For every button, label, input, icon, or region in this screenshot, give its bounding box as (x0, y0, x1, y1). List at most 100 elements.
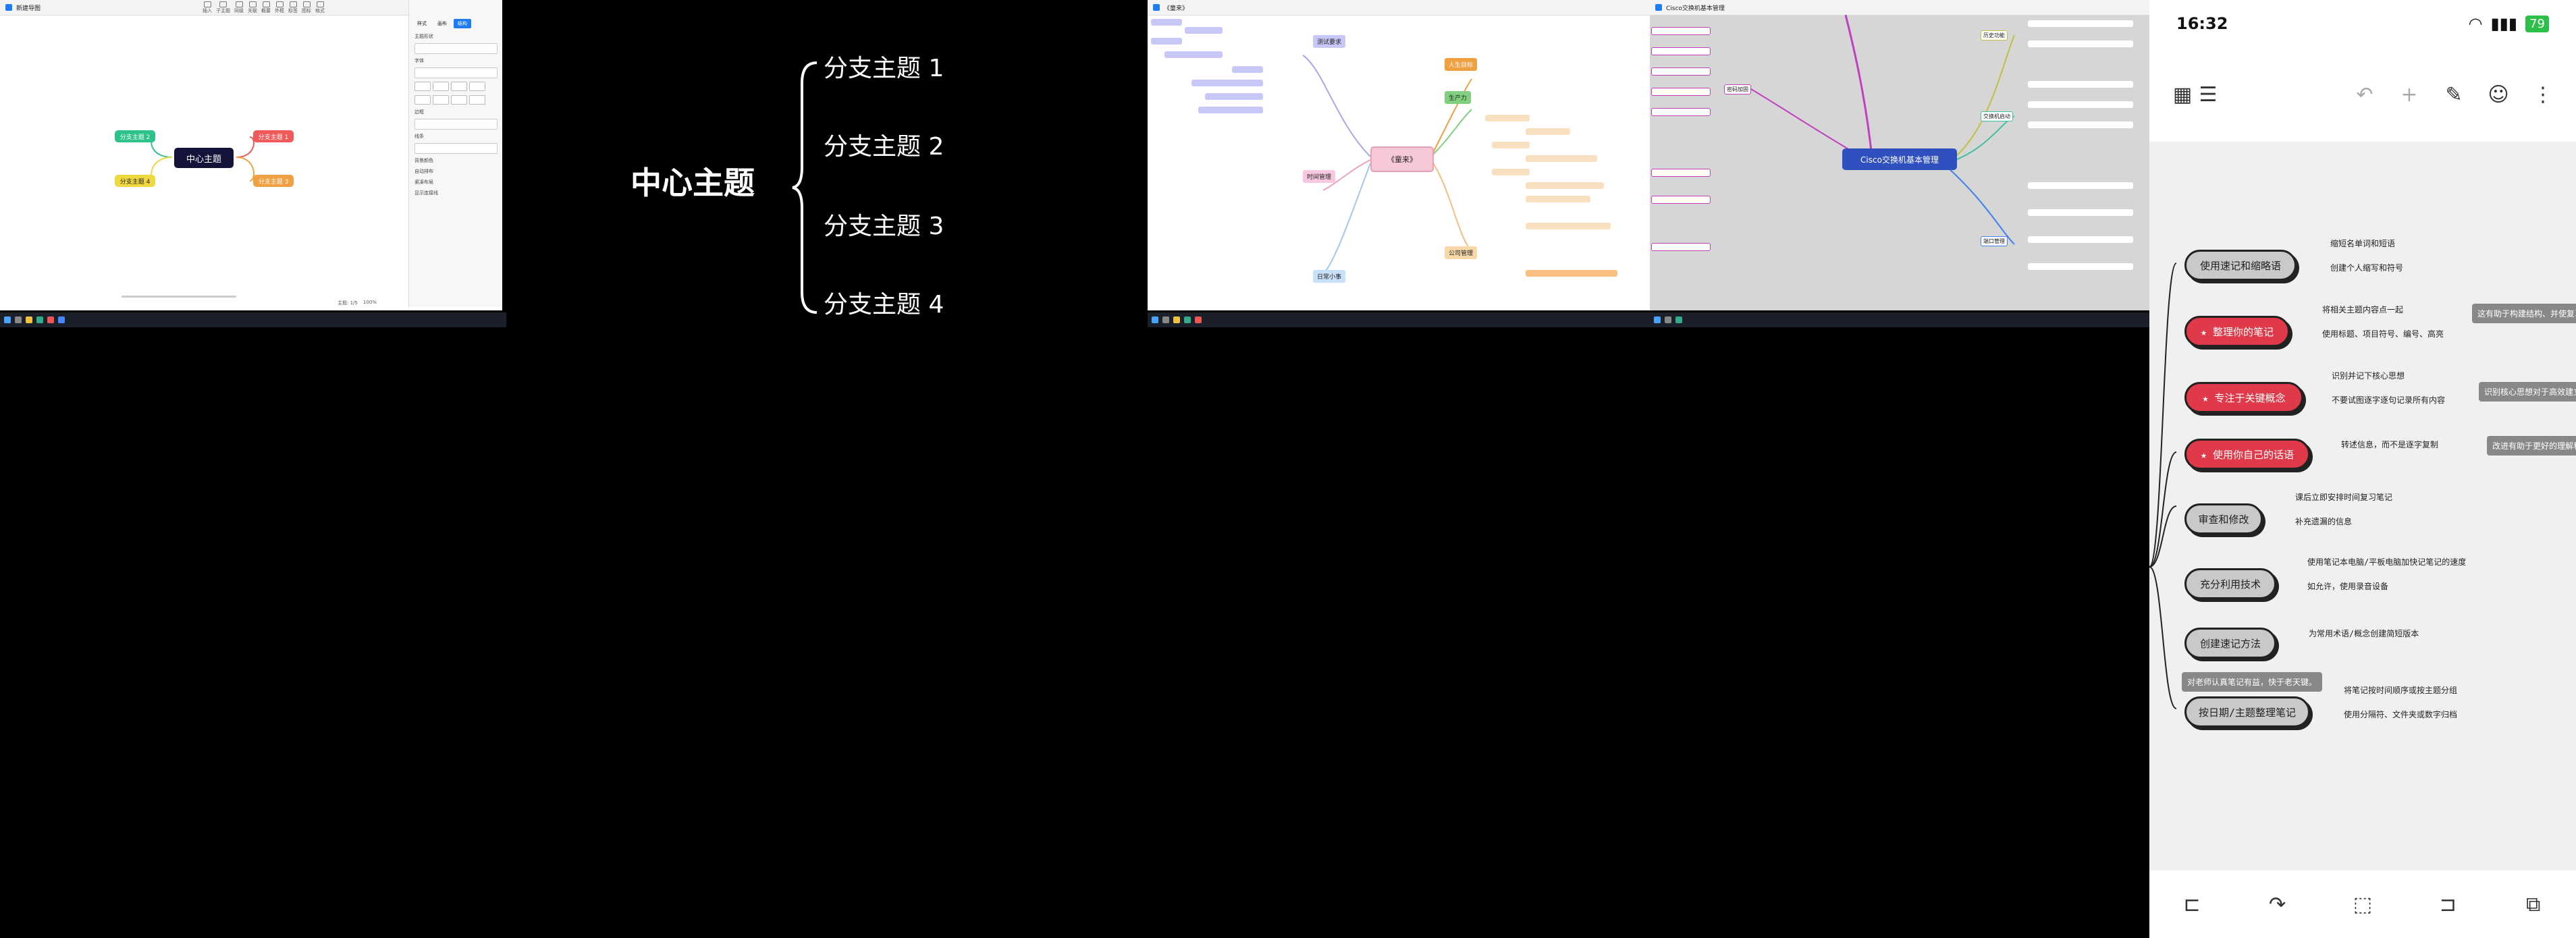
app-icon[interactable] (1162, 316, 1169, 323)
bracket-branch-3[interactable]: 分支主题 3 (824, 206, 944, 242)
leaf-node[interactable] (1185, 27, 1223, 34)
app-icon[interactable] (1184, 316, 1191, 323)
font-select[interactable] (414, 67, 498, 78)
start-icon[interactable] (4, 316, 11, 323)
leaf-node[interactable] (1492, 142, 1530, 148)
option-auto-layout[interactable]: 自动排布 (409, 166, 502, 177)
leaf-node[interactable] (1526, 270, 1617, 277)
leaf-node[interactable] (1164, 51, 1223, 58)
structure-option[interactable] (433, 82, 449, 91)
branch-goal[interactable]: 人生目标 (1445, 58, 1478, 71)
leaf-node[interactable] (2028, 121, 2133, 128)
leaf-node[interactable] (2028, 81, 2133, 88)
toolbar-boundary-button[interactable]: 外框 (275, 1, 284, 14)
leaf-node[interactable] (1232, 66, 1263, 73)
toolbar-icon-button[interactable]: 图标 (302, 1, 311, 14)
leaf-node[interactable] (1651, 196, 1711, 204)
horizontal-scrollbar[interactable] (122, 296, 236, 298)
mindmap-branch-2[interactable]: 分支主题 2 (115, 130, 155, 142)
branch-port[interactable]: 端口管理 (1981, 236, 2008, 246)
phone-node-7[interactable]: 创建速记方法 (2184, 628, 2276, 659)
leaf-node[interactable] (1526, 155, 1597, 162)
leaf-node[interactable] (1492, 169, 1530, 175)
mindmap-branch-3[interactable]: 分支主题 3 (253, 175, 294, 187)
start-icon[interactable] (1654, 316, 1661, 323)
app-icon[interactable] (26, 316, 32, 323)
grid-icon[interactable]: ▦ (2170, 82, 2195, 107)
leaf-node[interactable] (2028, 263, 2133, 270)
add-icon[interactable]: + (2396, 82, 2422, 107)
select-icon[interactable]: ⬚ (2350, 891, 2376, 917)
branch-productivity[interactable]: 生产力 (1445, 91, 1472, 104)
app-icon[interactable] (15, 316, 22, 323)
phone-leaf[interactable]: 课后立即安排时间复习笔记 (2295, 491, 2392, 503)
mindmap-center-topic[interactable]: 《童来》 (1370, 146, 1434, 172)
toolbar-sibling-button[interactable]: 同级 (234, 1, 244, 14)
toolbar-format-button[interactable]: 格式 (315, 1, 325, 14)
leaf-node[interactable] (1526, 223, 1611, 229)
app-icon[interactable] (1195, 316, 1202, 323)
phone-leaf[interactable]: 转述信息，而不是逐字复制 (2341, 439, 2438, 450)
leaf-node[interactable] (1485, 115, 1530, 121)
phone-leaf[interactable]: 不要试图逐字逐句记录所有内容 (2332, 394, 2445, 406)
structure-option[interactable] (451, 95, 467, 105)
leaf-node[interactable] (1526, 128, 1570, 135)
app-icon[interactable] (1173, 316, 1180, 323)
structure-option[interactable] (414, 82, 431, 91)
leaf-node[interactable] (2028, 209, 2133, 216)
phone-note[interactable]: 对老师认真笔记有益，快于老天键。 (2182, 672, 2323, 692)
branch-password[interactable]: 密码加固 (1724, 84, 1751, 94)
option-show-lines[interactable]: 显示连接线 (409, 188, 502, 198)
phone-leaf[interactable]: 如允许，使用录音设备 (2307, 580, 2388, 592)
phone-note[interactable]: 识别核心思想对于高效建立知识 (2479, 382, 2576, 402)
phone-leaf[interactable]: 补充遗漏的信息 (2295, 516, 2352, 527)
leaf-node[interactable] (1151, 19, 1182, 26)
phone-node-1[interactable]: 使用速记和缩略语 (2184, 250, 2297, 281)
shape-select[interactable] (414, 43, 498, 54)
insert-sibling-icon[interactable]: ⊏ (2179, 891, 2205, 917)
mindmap-center-topic[interactable]: 中心主题 (174, 148, 234, 168)
phone-node-2[interactable]: ★ 整理你的笔记 (2184, 316, 2290, 347)
structure-option[interactable] (451, 82, 467, 91)
list-icon[interactable]: ☰ (2195, 82, 2221, 107)
tab-canvas[interactable]: 画布 (433, 19, 451, 28)
phone-leaf[interactable]: 将笔记按时间顺序或按主题分组 (2344, 684, 2457, 696)
mindmap-center-topic[interactable]: Cisco交换机基本管理 (1842, 148, 1957, 170)
bracket-center-topic[interactable]: 中心主题 (630, 159, 755, 203)
leaf-node[interactable] (1151, 38, 1182, 45)
leaf-node[interactable] (1205, 93, 1263, 100)
phone-leaf[interactable]: 识别并记下核心思想 (2332, 370, 2405, 381)
app-icon[interactable] (58, 316, 65, 323)
branch-daily[interactable]: 日常小事 (1313, 270, 1346, 283)
brush-icon[interactable]: ✎ (2441, 82, 2467, 107)
undo-icon[interactable]: ↶ (2352, 82, 2378, 107)
branch-history[interactable]: 历史功能 (1981, 30, 2008, 40)
bracket-branch-2[interactable]: 分支主题 2 (824, 127, 944, 162)
app-icon[interactable] (47, 316, 54, 323)
branch-company[interactable]: 公司管理 (1445, 246, 1478, 259)
layout-icon[interactable]: ⧉ (2521, 891, 2546, 917)
leaf-node[interactable] (1526, 196, 1590, 202)
leaf-node[interactable] (1651, 27, 1711, 35)
structure-option[interactable] (433, 95, 449, 105)
mindmap-branch-1[interactable]: 分支主题 1 (253, 130, 294, 142)
branch-time[interactable]: 时间管理 (1303, 170, 1336, 183)
bracket-branch-1[interactable]: 分支主题 1 (824, 49, 944, 84)
zoom-level[interactable]: 100% (363, 300, 377, 306)
leaf-node[interactable] (2028, 20, 2133, 27)
emoji-icon[interactable]: ☺ (2486, 82, 2511, 107)
toolbar-subtopic-button[interactable]: 子主题 (216, 1, 230, 14)
phone-node-8[interactable]: 按日期/主题整理笔记 (2184, 696, 2310, 727)
leaf-node[interactable] (1526, 182, 1604, 189)
leaf-node[interactable] (1651, 47, 1711, 55)
leaf-node[interactable] (1651, 108, 1711, 116)
branch-boot[interactable]: 交换机启动 (1981, 111, 2013, 121)
phone-note[interactable]: 改进有助于更好的理解和记忆 (2487, 436, 2576, 456)
phone-leaf[interactable]: 为常用术语/概念创建简短版本 (2309, 628, 2419, 639)
leaf-node[interactable] (1198, 107, 1263, 113)
phone-note[interactable]: 这有助于构建结构、并使复习更加容易，记。 (2472, 304, 2576, 323)
phone-leaf[interactable]: 创建个人缩写和符号 (2330, 262, 2403, 273)
phone-leaf[interactable]: 将相关主题内容点一起 (2322, 304, 2403, 315)
branch-test[interactable]: 测试要求 (1313, 35, 1346, 48)
phone-leaf[interactable]: 缩短名单词和短语 (2330, 238, 2395, 249)
